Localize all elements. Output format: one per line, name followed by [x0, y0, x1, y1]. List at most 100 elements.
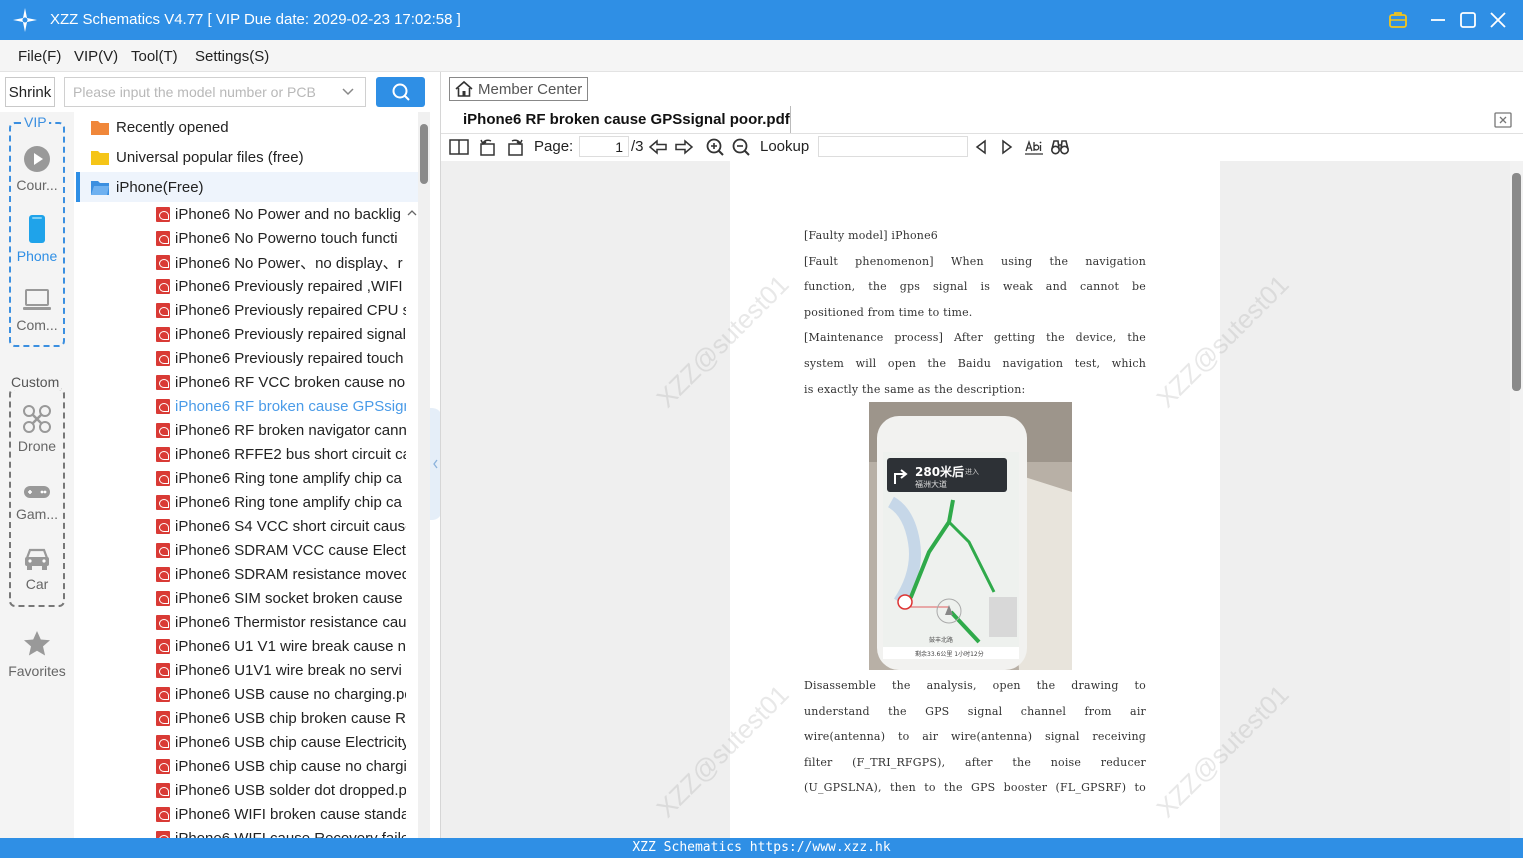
category-computer[interactable]: Com... [0, 287, 74, 333]
search-button[interactable] [376, 77, 425, 107]
lookup-input[interactable] [818, 136, 968, 157]
file-item[interactable]: iPhone6 SIM socket broken cause [156, 586, 406, 610]
file-item[interactable]: iPhone6 No Powerno touch functi [156, 226, 406, 250]
next-page-icon[interactable] [674, 137, 694, 157]
file-item[interactable]: iPhone6 USB solder dot dropped.p [156, 778, 406, 802]
two-page-view-icon[interactable] [449, 137, 469, 157]
find-previous-icon[interactable] [971, 137, 991, 157]
category-courses-label: Cour... [16, 177, 58, 193]
binoculars-icon[interactable] [1050, 137, 1070, 157]
file-item[interactable]: iPhone6 SDRAM resistance moved [156, 562, 406, 586]
file-item-label: iPhone6 Previously repaired touch [175, 349, 404, 367]
shrink-button[interactable]: Shrink [5, 77, 55, 107]
find-next-icon[interactable] [997, 137, 1017, 157]
menu-vip[interactable]: VIP(V) [74, 48, 118, 65]
category-game-label: Gam... [15, 506, 58, 522]
menu-tool[interactable]: Tool(T) [131, 48, 178, 65]
pdf-file-icon [156, 686, 170, 702]
viewer-scrollbar[interactable] [1510, 161, 1523, 838]
file-item[interactable]: iPhone6 USB chip broken cause Re [156, 706, 406, 730]
pdf-file-icon [156, 734, 170, 750]
file-item[interactable]: iPhone6 Ring tone amplify chip ca [156, 490, 406, 514]
pdf-file-icon [156, 254, 170, 270]
pdf-file-icon [156, 446, 170, 462]
pdf-file-icon [156, 590, 170, 606]
tab-document[interactable]: iPhone6 RF broken cause GPSsignal poor.p… [451, 106, 791, 133]
document-text-line: filter (F_TRI_RFGPS), after the noise re… [804, 755, 1146, 769]
rotate-left-icon[interactable] [478, 137, 498, 157]
file-item[interactable]: iPhone6 S4 VCC short circuit cause [156, 514, 406, 538]
pdf-file-icon [156, 326, 170, 342]
tree-scrollbar-thumb[interactable] [420, 124, 428, 184]
file-item[interactable]: iPhone6 Thermistor resistance cau [156, 610, 406, 634]
vip-group-label: VIP [22, 114, 49, 130]
menu-file[interactable]: File(F) [18, 48, 61, 65]
file-item[interactable]: iPhone6 USB chip cause no chargi [156, 754, 406, 778]
category-courses[interactable]: Cour... [0, 145, 74, 193]
chevron-up-icon[interactable] [406, 208, 418, 218]
close-icon[interactable] [1487, 9, 1509, 31]
file-item[interactable]: iPhone6 Previously repaired CPU s [156, 298, 406, 322]
file-item[interactable]: iPhone6 WIFI broken cause standa [156, 802, 406, 826]
document-tabs: iPhone6 RF broken cause GPSsignal poor.p… [441, 106, 1523, 134]
folder-iphone-free[interactable]: iPhone(Free) [76, 172, 418, 202]
folder-universal-popular[interactable]: Universal popular files (free) [76, 142, 418, 172]
file-item[interactable]: iPhone6 Previously repaired touch [156, 346, 406, 370]
zoom-in-icon[interactable] [705, 137, 725, 157]
model-search-input[interactable] [65, 78, 335, 106]
file-item[interactable]: iPhone6 SDRAM VCC cause Electri [156, 538, 406, 562]
file-item[interactable]: iPhone6 RF broken navigator cann [156, 418, 406, 442]
pdf-file-icon [156, 422, 170, 438]
category-game[interactable]: Gam... [0, 482, 74, 522]
rotate-right-icon[interactable] [505, 137, 525, 157]
file-item-label: iPhone6 RF broken cause GPSsigna [175, 397, 406, 415]
pdf-viewer[interactable]: [Faulty model] iPhone6 [Fault phenomenon]… [441, 161, 1510, 838]
page-number-input[interactable] [579, 136, 629, 157]
file-item[interactable]: iPhone6 USB chip cause Electricity [156, 730, 406, 754]
chevron-down-icon[interactable] [341, 85, 355, 99]
file-item[interactable]: iPhone6 Ring tone amplify chip ca [156, 466, 406, 490]
title-bar: XZZ Schematics V4.77 [ VIP Due date: 202… [0, 0, 1523, 40]
file-item[interactable]: iPhone6 No Power and no backlig [156, 202, 406, 226]
member-center-button[interactable]: Member Center [449, 77, 588, 101]
file-item[interactable]: iPhone6 U1 V1 wire break cause n [156, 634, 406, 658]
favorites-item[interactable]: Favorites [0, 629, 74, 679]
minimize-icon[interactable] [1427, 9, 1449, 31]
photo-road2-text: 鼓丰北路 [929, 636, 953, 644]
maximize-icon[interactable] [1457, 9, 1479, 31]
file-item-label: iPhone6 Ring tone amplify chip ca [175, 469, 402, 487]
category-car[interactable]: Car [0, 546, 74, 592]
document-text-line: function, the gps signal is weak and can… [804, 280, 1146, 294]
pdf-file-icon [156, 374, 170, 390]
viewer-scrollbar-thumb[interactable] [1512, 173, 1521, 391]
category-drone[interactable]: Drone [0, 404, 74, 454]
match-case-icon[interactable] [1024, 137, 1044, 157]
file-item[interactable]: iPhone6 USB cause no charging.pd [156, 682, 406, 706]
file-item[interactable]: iPhone6 WIFI cause Recovery failed [156, 826, 406, 838]
phone-icon [29, 215, 45, 243]
file-item[interactable]: iPhone6 Previously repaired ,WIFI f [156, 274, 406, 298]
home-icon [455, 80, 473, 97]
close-tab-icon[interactable] [1493, 110, 1513, 130]
file-item[interactable]: iPhone6 Previously repaired signal [156, 322, 406, 346]
file-item-label: iPhone6 USB chip broken cause Re [175, 709, 406, 727]
briefcase-icon[interactable] [1387, 9, 1409, 31]
file-item[interactable]: iPhone6 RF broken cause GPSsigna [156, 394, 406, 418]
zoom-out-icon[interactable] [731, 137, 751, 157]
laptop-icon [23, 289, 51, 310]
file-item[interactable]: iPhone6 RFFE2 bus short circuit cau [156, 442, 406, 466]
menu-settings[interactable]: Settings(S) [195, 48, 269, 65]
category-phone[interactable]: Phone [0, 214, 74, 264]
file-item[interactable]: iPhone6 U1V1 wire break no servi [156, 658, 406, 682]
document-text-line: [Maintenance process] After getting the … [804, 331, 1146, 345]
pdf-file-icon [156, 638, 170, 654]
pdf-file-icon [156, 278, 170, 294]
app-window: XZZ Schematics V4.77 [ VIP Due date: 202… [0, 0, 1523, 858]
file-item[interactable]: iPhone6 RF VCC broken cause no s [156, 370, 406, 394]
pdf-file-icon [156, 758, 170, 774]
folder-recently-opened[interactable]: Recently opened [76, 112, 418, 142]
file-item[interactable]: iPhone6 No Power、no display、r [156, 250, 406, 274]
tree-scrollbar[interactable] [418, 112, 430, 838]
previous-page-icon[interactable] [648, 137, 668, 157]
folder-label: iPhone(Free) [116, 178, 204, 196]
